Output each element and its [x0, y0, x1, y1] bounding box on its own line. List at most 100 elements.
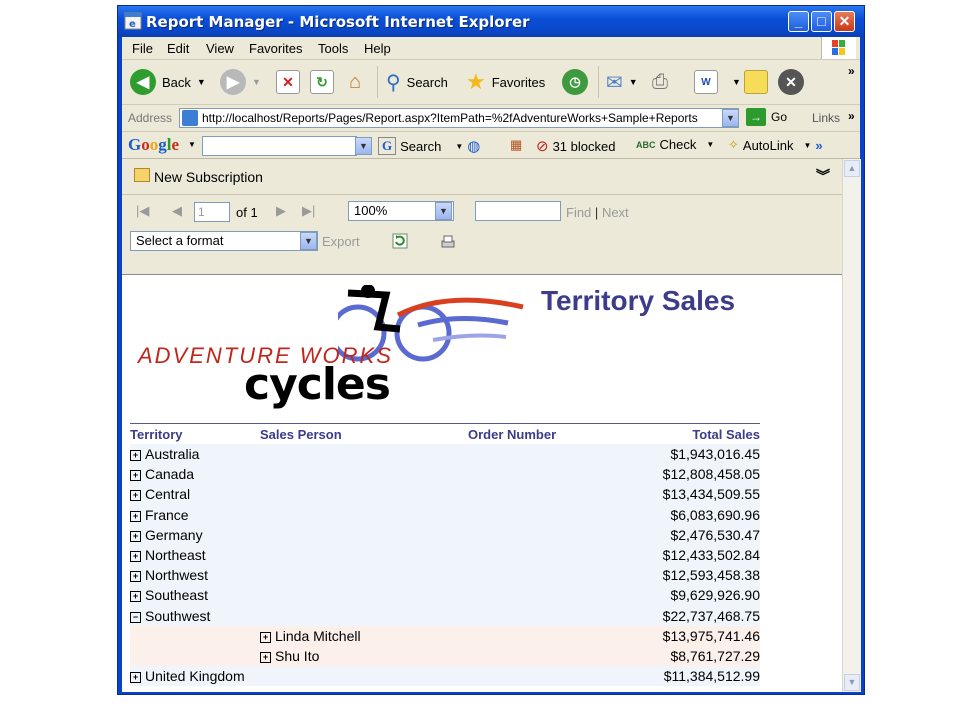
print-report-icon[interactable] [440, 234, 456, 250]
last-page-icon[interactable]: ▶| [302, 203, 315, 219]
stop-button[interactable]: ✕ [276, 60, 300, 104]
history-button[interactable]: ◷ [562, 60, 588, 104]
blocker-icon: ✕ [778, 69, 804, 95]
edit-dropdown-icon[interactable]: ▼ [732, 77, 741, 87]
find-input[interactable] [475, 201, 561, 221]
google-overflow-icon[interactable]: » [815, 138, 822, 153]
back-dropdown-icon[interactable]: ▼ [197, 77, 206, 87]
google-globe-icon[interactable]: ◍ [467, 137, 480, 155]
refresh-button[interactable]: ↻ [310, 60, 334, 104]
total-sales-cell: $9,629,926.90 [670, 587, 760, 604]
expand-icon[interactable]: + [260, 631, 271, 643]
expand-icon[interactable]: + [130, 591, 141, 603]
address-dropdown-icon[interactable]: ▼ [722, 109, 739, 127]
territory-cell[interactable]: + France [130, 507, 189, 523]
previous-page-icon[interactable]: ◀ [172, 203, 182, 219]
forward-button[interactable]: ▶ ▼ [220, 60, 261, 104]
table-row: + Germany $2,476,530.47 [130, 524, 760, 545]
printer-icon: ⎙ [652, 70, 668, 93]
autolink-dropdown-icon[interactable]: ▼ [804, 141, 812, 150]
sales-person-cell[interactable]: + Shu Ito [260, 648, 319, 664]
expand-icon[interactable]: + [130, 550, 141, 562]
links-overflow-icon[interactable]: » [848, 109, 855, 123]
expand-icon[interactable]: + [260, 651, 271, 663]
territory-cell[interactable]: + United Kingdom [130, 668, 245, 684]
territory-name: Central [145, 486, 191, 503]
expand-icon[interactable]: + [130, 530, 141, 542]
toolbar-overflow-icon[interactable]: » [848, 64, 855, 78]
edit-button[interactable]: W ▼ [694, 60, 741, 104]
menu-edit[interactable]: Edit [167, 41, 189, 56]
zoom-dropdown-icon[interactable]: ▼ [435, 202, 452, 220]
report-title: Territory Sales [541, 285, 736, 316]
expand-icon[interactable]: + [130, 450, 141, 461]
home-button[interactable]: ⌂ [344, 60, 366, 104]
territory-cell[interactable]: + Germany [130, 527, 203, 543]
mail-button[interactable]: ✉ ▼ [606, 60, 638, 104]
expand-icon[interactable]: + [130, 470, 141, 482]
menu-tools[interactable]: Tools [318, 41, 348, 56]
territory-cell[interactable]: + Southeast [130, 587, 208, 603]
next-link[interactable]: Next [602, 205, 629, 220]
first-page-icon[interactable]: |◀ [136, 203, 149, 219]
google-menu-dropdown-icon[interactable]: ▼ [188, 140, 196, 149]
refresh-report-icon[interactable] [392, 233, 408, 249]
vertical-scrollbar[interactable]: ▲ ▼ [842, 159, 861, 692]
minimize-button[interactable]: _ [788, 11, 809, 32]
title-bar[interactable]: e Report Manager - Microsoft Internet Ex… [118, 6, 864, 37]
print-button[interactable]: ⎙ [652, 60, 668, 104]
export-format-select[interactable]: Select a format [130, 231, 318, 251]
close-button[interactable]: ✕ [834, 11, 855, 32]
sales-person-cell[interactable]: + Linda Mitchell [260, 628, 361, 644]
export-link[interactable]: Export [322, 234, 360, 249]
find-link[interactable]: Find [566, 205, 591, 220]
expand-icon[interactable]: + [130, 672, 141, 684]
territory-cell[interactable]: + Northwest [130, 567, 208, 583]
menu-file[interactable]: File [132, 41, 153, 56]
menu-help[interactable]: Help [364, 41, 391, 56]
popup-blocker-button[interactable]: ⊘ 31 blocked [536, 137, 615, 155]
google-search-input[interactable] [202, 136, 357, 156]
collapse-chevron-icon[interactable]: ︾ [816, 166, 830, 186]
menu-favorites[interactable]: Favorites [249, 41, 302, 56]
links-button[interactable]: Links [812, 111, 840, 125]
spell-check-button[interactable]: ABC Check ▼ [636, 137, 714, 152]
new-subscription-link[interactable]: New Subscription [154, 169, 263, 185]
google-news-icon: ▦ [510, 137, 523, 152]
logo-cycles: cycles [244, 359, 391, 410]
messenger-button[interactable]: ✕ [778, 60, 804, 104]
expand-icon[interactable]: + [130, 571, 141, 583]
window-title: Report Manager - Microsoft Internet Expl… [146, 13, 530, 31]
browser-client: File Edit View Favorites Tools Help ◀ Ba… [122, 37, 861, 692]
autolink-button[interactable]: ✧ AutoLink ▼ » [728, 137, 823, 153]
discuss-button[interactable] [744, 60, 768, 104]
search-button[interactable]: ⚲ Search [386, 60, 448, 104]
collapse-icon[interactable]: − [130, 611, 141, 623]
next-page-icon[interactable]: ▶ [276, 203, 286, 219]
territory-cell[interactable]: + Australia [130, 446, 199, 462]
format-dropdown-icon[interactable]: ▼ [300, 232, 317, 250]
expand-icon[interactable]: + [130, 490, 141, 502]
scroll-up-icon[interactable]: ▲ [844, 160, 860, 177]
google-news-button[interactable]: ▦ [510, 137, 522, 153]
mail-dropdown-icon[interactable]: ▼ [629, 77, 638, 87]
check-dropdown-icon[interactable]: ▼ [706, 140, 714, 149]
menu-view[interactable]: View [206, 41, 234, 56]
expand-icon[interactable]: + [130, 510, 141, 522]
scroll-down-icon[interactable]: ▼ [844, 674, 860, 691]
territory-cell[interactable]: + Northeast [130, 547, 206, 563]
google-search-dropdown-icon[interactable]: ▼ [455, 142, 463, 151]
territory-cell[interactable]: − Southwest [130, 608, 210, 624]
page-number-input[interactable]: 1 [194, 202, 230, 222]
maximize-button[interactable]: □ [811, 11, 832, 32]
popup-blocked-count: 31 blocked [552, 138, 616, 154]
google-logo[interactable]: Google [128, 135, 179, 155]
favorites-button[interactable]: ★ Favorites [466, 60, 545, 104]
go-button[interactable]: → Go [746, 108, 787, 126]
back-button[interactable]: ◀ Back ▼ [130, 60, 206, 104]
territory-cell[interactable]: + Central [130, 486, 190, 502]
google-search-button[interactable]: G Search ▼ ◍ [378, 137, 480, 155]
territory-cell[interactable]: + Canada [130, 466, 194, 482]
google-input-dropdown-icon[interactable]: ▼ [355, 137, 372, 155]
address-input[interactable]: http://localhost/Reports/Pages/Report.as… [179, 108, 739, 128]
